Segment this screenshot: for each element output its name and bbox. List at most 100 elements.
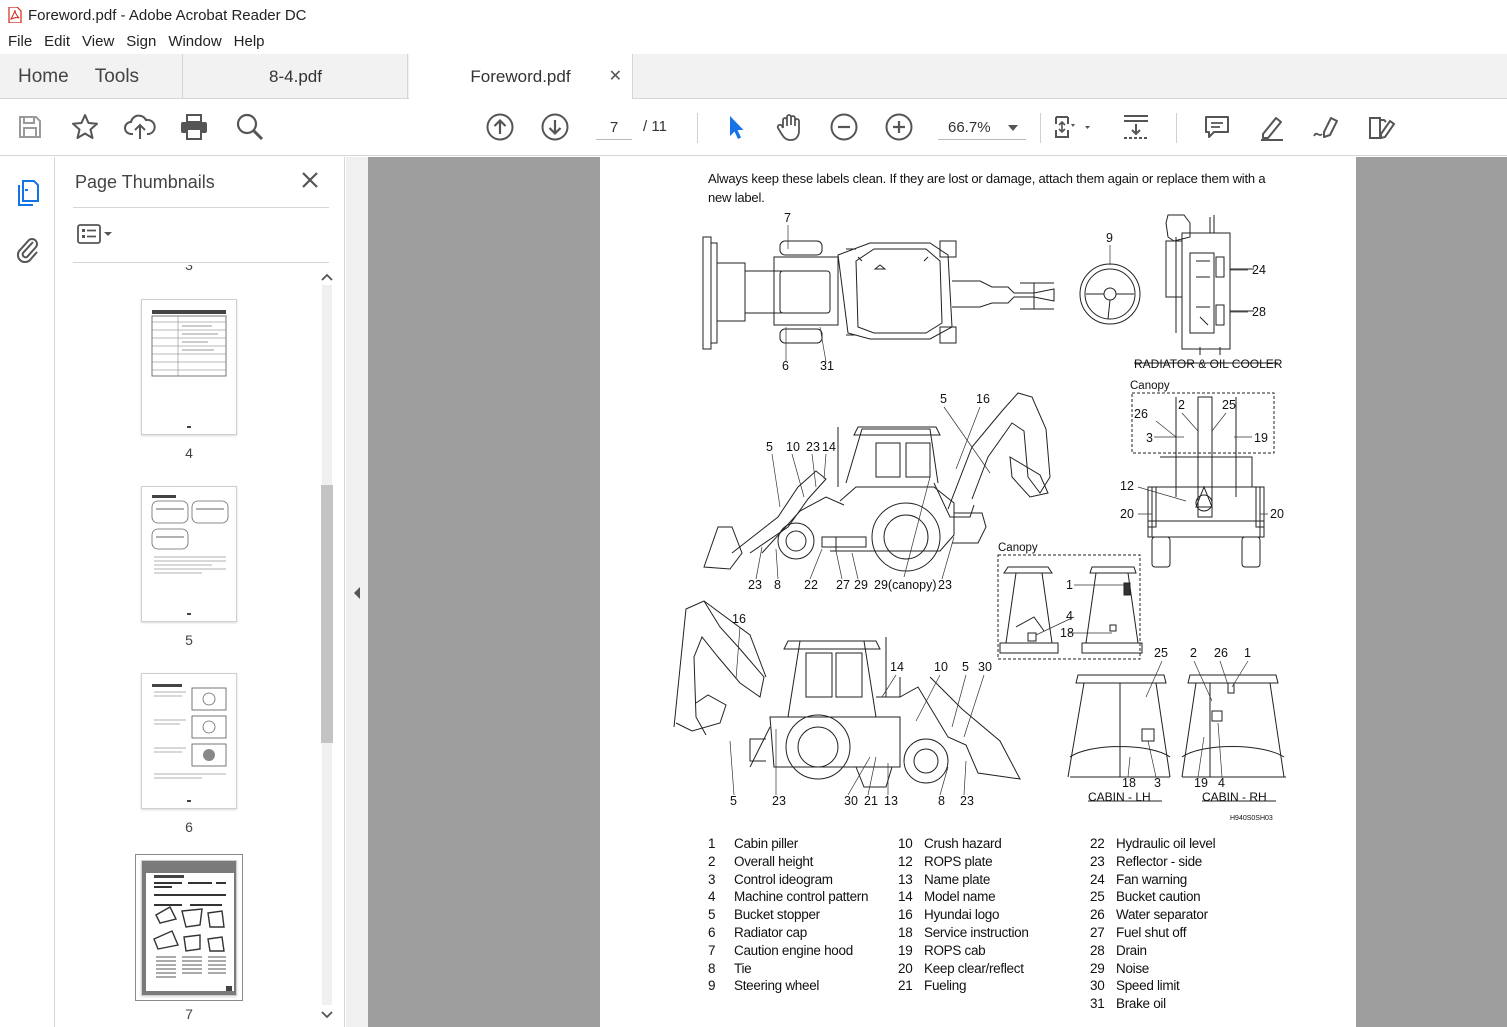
thumbnail-label: 4 [185,445,193,461]
menu-view[interactable]: View [76,30,120,54]
legend-row: 22 Hydraulic oil level [1090,836,1216,851]
thumbnail-label: 6 [185,819,193,835]
svg-text:12: 12 [1120,479,1134,493]
callout-leaders [729,225,1268,796]
scrollbar-thumb[interactable] [321,485,333,743]
tab-8-4-pdf[interactable]: 8-4.pdf [184,54,408,99]
menu-help[interactable]: Help [228,30,271,54]
tab-bar: Home Tools 8-4.pdf Foreword.pdf ✕ [0,54,1507,100]
zoom-in-icon[interactable] [883,111,915,143]
svg-text:14: 14 [890,660,904,674]
thumbnail-label: 7 [185,1006,193,1022]
menu-edit[interactable]: Edit [38,30,76,54]
svg-text:5: 5 [962,660,969,674]
legend-row: 10 Crush hazard [898,836,1002,851]
menu-bar: File Edit View Sign Window Help [0,30,1507,54]
svg-text:28: 28 [1252,305,1266,319]
select-cursor-icon[interactable] [719,111,751,143]
page-total: / 11 [643,118,667,135]
thumbnail-label: 5 [185,632,193,648]
next-page-icon[interactable] [539,111,571,143]
legend-row: 27 Fuel shut off [1090,924,1187,940]
save-icon[interactable] [14,111,46,143]
legend-row: 6 Radiator cap [708,924,807,940]
svg-text:2: 2 [1178,398,1185,412]
legend-row: 4 Machine control pattern [708,889,869,905]
svg-text:4: 4 [1066,609,1073,623]
home-tools-nav: Home Tools [0,54,183,99]
svg-text:29: 29 [854,578,868,592]
legend-row: 30 Speed limit [1090,978,1180,994]
toolbar-divider [1176,113,1177,143]
svg-text:8: 8 [774,578,781,592]
previous-page-icon[interactable] [484,111,516,143]
search-icon[interactable] [234,111,266,143]
zoom-out-icon[interactable] [828,111,860,143]
cabin-lh-caption: CABIN - LH [1088,790,1151,804]
svg-text:26: 26 [1134,407,1148,421]
svg-text:18: 18 [1122,776,1136,790]
svg-text:16: 16 [976,392,990,406]
thumbnail-list[interactable]: 3 4 5 6 7 [73,265,319,1027]
collapse-left-icon [354,587,360,599]
tab-foreword-pdf[interactable]: Foreword.pdf ✕ [409,54,633,100]
tab-label: Foreword.pdf [470,67,571,86]
svg-text:27: 27 [836,578,850,592]
thumbnail-page-6[interactable] [141,673,237,809]
svg-text:25: 25 [1222,398,1236,412]
svg-text:3: 3 [1154,776,1161,790]
menu-sign[interactable]: Sign [120,30,162,54]
fit-page-icon[interactable] [1050,111,1096,143]
print-icon[interactable] [178,111,210,143]
close-icon[interactable] [299,169,321,191]
attachment-icon[interactable] [10,231,44,265]
page-thumbnails-icon[interactable] [10,175,44,209]
legend-row: 3 Control ideogram [708,871,833,887]
thumbnail-preview [151,495,229,615]
legend-row: 13 Name plate [898,871,991,887]
scroll-up-icon[interactable] [318,269,336,285]
bookmark-star-icon[interactable] [69,111,101,143]
list-options-icon [77,224,101,244]
canopy-callout-29: 29(canopy) [874,578,937,592]
close-tab-icon[interactable]: ✕ [609,66,622,86]
svg-text:19: 19 [1254,431,1268,445]
fill-sign-icon[interactable] [1366,111,1398,143]
legend-row: 31 Brake oil [1090,996,1166,1012]
comment-icon[interactable] [1201,111,1233,143]
thumbnail-page-7[interactable] [141,860,237,996]
thumbnail-page-4[interactable] [141,299,237,435]
svg-text:23: 23 [938,578,952,592]
svg-text:23: 23 [960,794,974,808]
legend-row: 7 Caution engine hood [708,942,853,958]
divider [73,262,329,263]
thumbnail-options-button[interactable] [76,221,120,247]
legend-row: 19 ROPS cab [898,942,986,958]
svg-text:19: 19 [1194,776,1208,790]
legend-row: 16 Hyundai logo [898,907,1000,923]
thumbnail-scrollbar[interactable] [318,265,336,1027]
sign-icon[interactable] [1311,111,1343,143]
highlight-pen-icon[interactable] [1256,111,1288,143]
document-viewer[interactable]: Always keep these labels clean. If they … [368,157,1507,1027]
svg-text:23: 23 [772,794,786,808]
svg-text:6: 6 [782,359,789,373]
legend-row: 1 Cabin piller [708,836,798,851]
tools-link[interactable]: Tools [95,66,139,88]
zoom-level-dropdown[interactable]: 66.7% [938,116,1026,140]
hand-tool-icon[interactable] [773,111,805,143]
legend-column-2: 10 Crush hazard 12 ROPS plate 13 Name plate… [898,835,1029,995]
legend-row: 5 Bucket stopper [708,907,820,923]
menu-window[interactable]: Window [162,30,227,54]
menu-file[interactable]: File [2,30,38,54]
thumbnail-page-5[interactable] [141,486,237,622]
home-link[interactable]: Home [18,66,69,88]
scroll-down-icon[interactable] [318,1007,336,1023]
svg-text:2: 2 [1190,646,1197,660]
figure-id: H940S0SH03 [1230,815,1273,822]
svg-text:22: 22 [804,578,818,592]
panel-collapse-handle[interactable] [346,157,368,1027]
scroll-mode-icon[interactable] [1120,111,1152,143]
cloud-upload-icon[interactable] [124,111,156,143]
page-number-input[interactable] [596,116,632,140]
